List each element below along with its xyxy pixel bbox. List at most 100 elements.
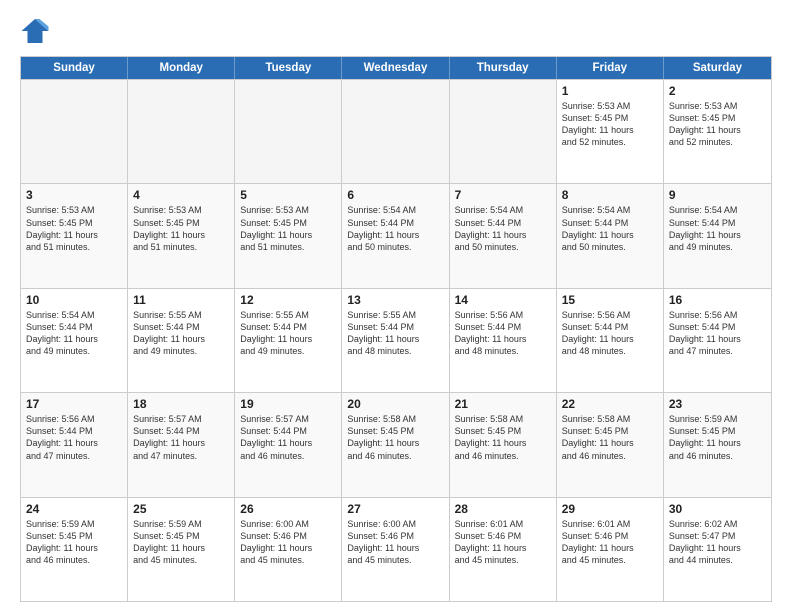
calendar-day-24: 24 Sunrise: 5:59 AM Sunset: 5:45 PM Dayli… xyxy=(21,498,128,601)
day-number: 19 xyxy=(240,397,336,411)
calendar-day-2: 2 Sunrise: 5:53 AM Sunset: 5:45 PM Daylig… xyxy=(664,80,771,183)
header xyxy=(20,16,772,46)
day-info: Sunrise: 5:59 AM Sunset: 5:45 PM Dayligh… xyxy=(133,518,229,567)
day-info: Sunrise: 5:56 AM Sunset: 5:44 PM Dayligh… xyxy=(669,309,766,358)
calendar-body: 1 Sunrise: 5:53 AM Sunset: 5:45 PM Daylig… xyxy=(21,79,771,601)
day-number: 16 xyxy=(669,293,766,307)
day-info: Sunrise: 5:53 AM Sunset: 5:45 PM Dayligh… xyxy=(562,100,658,149)
day-number: 26 xyxy=(240,502,336,516)
day-info: Sunrise: 5:54 AM Sunset: 5:44 PM Dayligh… xyxy=(562,204,658,253)
calendar-day-27: 27 Sunrise: 6:00 AM Sunset: 5:46 PM Dayli… xyxy=(342,498,449,601)
calendar-header: SundayMondayTuesdayWednesdayThursdayFrid… xyxy=(21,57,771,79)
day-number: 7 xyxy=(455,188,551,202)
calendar-row: 17Sunrise: 5:56 AM Sunset: 5:44 PM Dayli… xyxy=(21,392,771,496)
day-info: Sunrise: 5:56 AM Sunset: 5:44 PM Dayligh… xyxy=(455,309,551,358)
header-day-sunday: Sunday xyxy=(21,57,128,79)
calendar-day-empty xyxy=(128,80,235,183)
day-number: 1 xyxy=(562,84,658,98)
calendar-day-10: 10 Sunrise: 5:54 AM Sunset: 5:44 PM Dayli… xyxy=(21,289,128,392)
day-info: Sunrise: 5:58 AM Sunset: 5:45 PM Dayligh… xyxy=(562,413,658,462)
calendar-day-29: 29 Sunrise: 6:01 AM Sunset: 5:46 PM Dayli… xyxy=(557,498,664,601)
header-day-tuesday: Tuesday xyxy=(235,57,342,79)
logo xyxy=(20,16,54,46)
day-number: 12 xyxy=(240,293,336,307)
day-info: Sunrise: 5:55 AM Sunset: 5:44 PM Dayligh… xyxy=(240,309,336,358)
day-number: 20 xyxy=(347,397,443,411)
day-info: Sunrise: 5:57 AM Sunset: 5:44 PM Dayligh… xyxy=(133,413,229,462)
calendar-day-5: 5 Sunrise: 5:53 AM Sunset: 5:45 PM Daylig… xyxy=(235,184,342,287)
calendar-day-17: 17Sunrise: 5:56 AM Sunset: 5:44 PM Dayli… xyxy=(21,393,128,496)
day-number: 10 xyxy=(26,293,122,307)
calendar-day-1: 1 Sunrise: 5:53 AM Sunset: 5:45 PM Daylig… xyxy=(557,80,664,183)
calendar-day-empty xyxy=(235,80,342,183)
day-number: 4 xyxy=(133,188,229,202)
day-number: 14 xyxy=(455,293,551,307)
header-day-saturday: Saturday xyxy=(664,57,771,79)
calendar-day-11: 11 Sunrise: 5:55 AM Sunset: 5:44 PM Dayli… xyxy=(128,289,235,392)
day-info: Sunrise: 5:53 AM Sunset: 5:45 PM Dayligh… xyxy=(133,204,229,253)
calendar-row: 3 Sunrise: 5:53 AM Sunset: 5:45 PM Daylig… xyxy=(21,183,771,287)
day-info: Sunrise: 5:55 AM Sunset: 5:44 PM Dayligh… xyxy=(347,309,443,358)
calendar-row: 24 Sunrise: 5:59 AM Sunset: 5:45 PM Dayli… xyxy=(21,497,771,601)
day-number: 5 xyxy=(240,188,336,202)
day-info: Sunrise: 5:53 AM Sunset: 5:45 PM Dayligh… xyxy=(669,100,766,149)
day-info: Sunrise: 5:53 AM Sunset: 5:45 PM Dayligh… xyxy=(240,204,336,253)
day-info: Sunrise: 5:58 AM Sunset: 5:45 PM Dayligh… xyxy=(347,413,443,462)
calendar-day-15: 15 Sunrise: 5:56 AM Sunset: 5:44 PM Dayli… xyxy=(557,289,664,392)
day-number: 28 xyxy=(455,502,551,516)
day-info: Sunrise: 5:59 AM Sunset: 5:45 PM Dayligh… xyxy=(669,413,766,462)
day-number: 13 xyxy=(347,293,443,307)
day-number: 11 xyxy=(133,293,229,307)
calendar-day-empty xyxy=(450,80,557,183)
logo-icon xyxy=(20,16,50,46)
day-info: Sunrise: 5:57 AM Sunset: 5:44 PM Dayligh… xyxy=(240,413,336,462)
day-number: 29 xyxy=(562,502,658,516)
day-info: Sunrise: 5:55 AM Sunset: 5:44 PM Dayligh… xyxy=(133,309,229,358)
calendar-day-23: 23 Sunrise: 5:59 AM Sunset: 5:45 PM Dayli… xyxy=(664,393,771,496)
day-info: Sunrise: 5:53 AM Sunset: 5:45 PM Dayligh… xyxy=(26,204,122,253)
header-day-wednesday: Wednesday xyxy=(342,57,449,79)
day-info: Sunrise: 5:56 AM Sunset: 5:44 PM Dayligh… xyxy=(562,309,658,358)
calendar-row: 1 Sunrise: 5:53 AM Sunset: 5:45 PM Daylig… xyxy=(21,79,771,183)
day-info: Sunrise: 5:54 AM Sunset: 5:44 PM Dayligh… xyxy=(26,309,122,358)
day-number: 23 xyxy=(669,397,766,411)
day-info: Sunrise: 5:54 AM Sunset: 5:44 PM Dayligh… xyxy=(669,204,766,253)
day-number: 24 xyxy=(26,502,122,516)
day-number: 22 xyxy=(562,397,658,411)
calendar-day-14: 14 Sunrise: 5:56 AM Sunset: 5:44 PM Dayli… xyxy=(450,289,557,392)
day-number: 3 xyxy=(26,188,122,202)
day-number: 15 xyxy=(562,293,658,307)
header-day-monday: Monday xyxy=(128,57,235,79)
day-number: 8 xyxy=(562,188,658,202)
calendar-day-16: 16 Sunrise: 5:56 AM Sunset: 5:44 PM Dayli… xyxy=(664,289,771,392)
day-number: 21 xyxy=(455,397,551,411)
day-info: Sunrise: 5:59 AM Sunset: 5:45 PM Dayligh… xyxy=(26,518,122,567)
header-day-friday: Friday xyxy=(557,57,664,79)
day-info: Sunrise: 5:54 AM Sunset: 5:44 PM Dayligh… xyxy=(347,204,443,253)
calendar-day-28: 28Sunrise: 6:01 AM Sunset: 5:46 PM Dayli… xyxy=(450,498,557,601)
day-info: Sunrise: 6:02 AM Sunset: 5:47 PM Dayligh… xyxy=(669,518,766,567)
calendar: SundayMondayTuesdayWednesdayThursdayFrid… xyxy=(20,56,772,602)
calendar-day-4: 4 Sunrise: 5:53 AM Sunset: 5:45 PM Daylig… xyxy=(128,184,235,287)
calendar-day-13: 13 Sunrise: 5:55 AM Sunset: 5:44 PM Dayli… xyxy=(342,289,449,392)
day-info: Sunrise: 5:54 AM Sunset: 5:44 PM Dayligh… xyxy=(455,204,551,253)
calendar-day-30: 30 Sunrise: 6:02 AM Sunset: 5:47 PM Dayli… xyxy=(664,498,771,601)
calendar-day-12: 12 Sunrise: 5:55 AM Sunset: 5:44 PM Dayli… xyxy=(235,289,342,392)
day-number: 9 xyxy=(669,188,766,202)
calendar-day-19: 19 Sunrise: 5:57 AM Sunset: 5:44 PM Dayli… xyxy=(235,393,342,496)
day-number: 25 xyxy=(133,502,229,516)
day-info: Sunrise: 6:00 AM Sunset: 5:46 PM Dayligh… xyxy=(240,518,336,567)
day-number: 27 xyxy=(347,502,443,516)
day-info: Sunrise: 6:00 AM Sunset: 5:46 PM Dayligh… xyxy=(347,518,443,567)
calendar-day-3: 3 Sunrise: 5:53 AM Sunset: 5:45 PM Daylig… xyxy=(21,184,128,287)
calendar-day-empty xyxy=(342,80,449,183)
day-number: 30 xyxy=(669,502,766,516)
day-number: 2 xyxy=(669,84,766,98)
day-number: 17 xyxy=(26,397,122,411)
day-number: 18 xyxy=(133,397,229,411)
day-info: Sunrise: 6:01 AM Sunset: 5:46 PM Dayligh… xyxy=(562,518,658,567)
day-info: Sunrise: 5:58 AM Sunset: 5:45 PM Dayligh… xyxy=(455,413,551,462)
header-day-thursday: Thursday xyxy=(450,57,557,79)
calendar-row: 10 Sunrise: 5:54 AM Sunset: 5:44 PM Dayli… xyxy=(21,288,771,392)
day-number: 6 xyxy=(347,188,443,202)
